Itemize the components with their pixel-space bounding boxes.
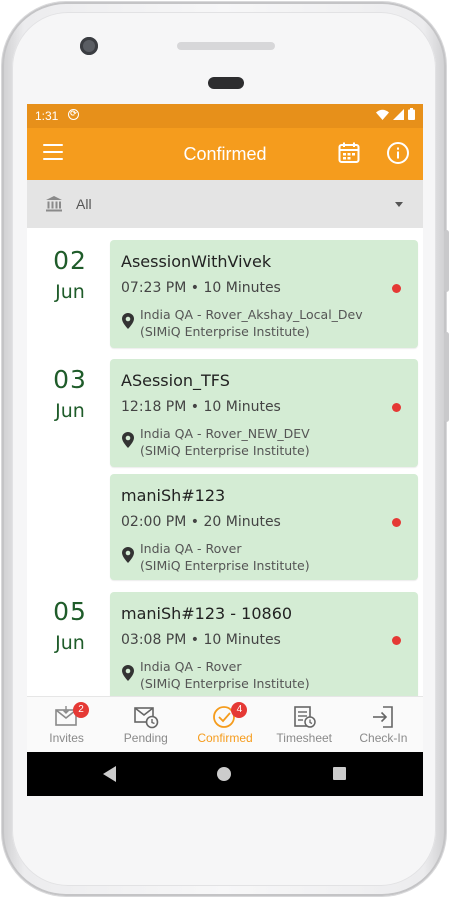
location-line: India QA - Rover — [140, 659, 242, 674]
status-dot — [392, 518, 401, 527]
date-day: 03 — [53, 365, 87, 394]
page-title: Confirmed — [183, 144, 267, 164]
sync-icon: ⟳ — [68, 109, 79, 120]
check-in-icon — [373, 706, 394, 728]
session-card[interactable]: maniSh#123 - 10860 03:08 PM • 10 Minutes… — [110, 592, 418, 700]
date-day: 02 — [53, 246, 87, 275]
filter-label: All — [76, 196, 92, 212]
institute-line: (SIMiQ Enterprise Institute) — [140, 676, 310, 691]
tab-label: Timesheet — [276, 731, 332, 745]
location-pin-icon — [122, 665, 134, 681]
tab-label: Check-In — [359, 731, 408, 745]
date-month: Jun — [55, 281, 85, 303]
session-time: 07:23 PM • 10 Minutes — [121, 280, 281, 296]
date-day: 05 — [53, 597, 87, 626]
location-line: India QA - Rover_NEW_DEV — [140, 426, 310, 441]
signal-icon — [393, 108, 404, 120]
status-dot — [392, 403, 401, 412]
back-button[interactable] — [103, 766, 116, 782]
session-card[interactable]: AsessionWithVivek 07:23 PM • 10 Minutes … — [110, 240, 418, 348]
tab-timesheet[interactable]: Timesheet — [265, 697, 344, 753]
status-dot — [392, 636, 401, 645]
home-button[interactable] — [217, 767, 231, 781]
tab-label: Pending — [123, 731, 168, 745]
tab-pending[interactable]: Pending — [106, 697, 185, 753]
power-button — [444, 230, 449, 292]
session-title: maniSh#123 - 10860 — [121, 604, 293, 623]
chevron-down-icon — [395, 202, 403, 207]
session-title: maniSh#123 — [121, 486, 226, 505]
session-card[interactable]: ASession_TFS 12:18 PM • 10 Minutes India… — [110, 359, 418, 467]
tab-invites[interactable]: 2 Invites — [27, 697, 106, 753]
info-icon[interactable] — [386, 141, 410, 165]
earpiece — [208, 77, 244, 89]
battery-icon — [408, 108, 415, 120]
session-time: 02:00 PM • 20 Minutes — [121, 514, 281, 530]
tab-label: Invites — [49, 731, 84, 745]
recent-apps-button[interactable] — [333, 767, 346, 780]
timesheet-icon — [294, 706, 316, 728]
location-line: India QA - Rover_Akshay_Local_Dev — [140, 307, 363, 322]
filter-dropdown[interactable]: All — [27, 180, 423, 228]
session-title: AsessionWithVivek — [121, 252, 272, 271]
app-bar: Confirmed — [27, 128, 423, 180]
session-location: India QA - Rover (SIMiQ Enterprise Insti… — [140, 540, 310, 574]
location-pin-icon — [122, 313, 134, 329]
tab-confirmed[interactable]: 4 Confirmed — [185, 697, 264, 753]
date-month: Jun — [55, 400, 85, 422]
pending-icon — [133, 707, 159, 729]
session-location: India QA - Rover_Akshay_Local_Dev (SIMiQ… — [140, 306, 363, 340]
confirmed-badge: 4 — [231, 702, 248, 718]
speaker-grille — [177, 42, 275, 50]
date-group-3: 05 Jun — [27, 597, 113, 655]
status-dot — [392, 284, 401, 293]
status-icons — [376, 108, 415, 120]
institute-line: (SIMiQ Enterprise Institute) — [140, 558, 310, 573]
session-location: India QA - Rover (SIMiQ Enterprise Insti… — [140, 658, 310, 692]
session-card[interactable]: maniSh#123 02:00 PM • 20 Minutes India Q… — [110, 474, 418, 580]
institute-line: (SIMiQ Enterprise Institute) — [140, 324, 310, 339]
location-pin-icon — [122, 432, 134, 448]
date-month: Jun — [55, 632, 85, 654]
location-pin-icon — [122, 547, 134, 563]
phone-frame: 1:31 ⟳ Confirmed All 02 Jun AsessionWith… — [2, 2, 449, 896]
volume-button — [444, 332, 449, 422]
calendar-icon[interactable] — [337, 141, 361, 165]
session-time: 12:18 PM • 10 Minutes — [121, 399, 281, 415]
bottom-nav: 2 Invites Pending 4 Confirmed Timesheet … — [27, 696, 423, 753]
screen: 1:31 ⟳ Confirmed All 02 Jun AsessionWith… — [27, 104, 423, 796]
status-time: 1:31 — [35, 109, 59, 123]
status-bar: 1:31 ⟳ — [27, 104, 423, 128]
date-group-1: 02 Jun — [27, 246, 113, 304]
session-location: India QA - Rover_NEW_DEV (SIMiQ Enterpri… — [140, 425, 310, 459]
institute-line: (SIMiQ Enterprise Institute) — [140, 443, 310, 458]
session-time: 03:08 PM • 10 Minutes — [121, 632, 281, 648]
date-group-2: 03 Jun — [27, 365, 113, 423]
bank-icon — [46, 196, 62, 212]
wifi-icon — [376, 109, 389, 120]
tab-label: Confirmed — [197, 731, 253, 745]
session-title: ASession_TFS — [121, 371, 230, 390]
invites-badge: 2 — [73, 702, 89, 718]
location-line: India QA - Rover — [140, 541, 242, 556]
front-camera — [80, 37, 98, 55]
tab-check-in[interactable]: Check-In — [344, 697, 423, 753]
system-nav-bar — [27, 752, 423, 796]
